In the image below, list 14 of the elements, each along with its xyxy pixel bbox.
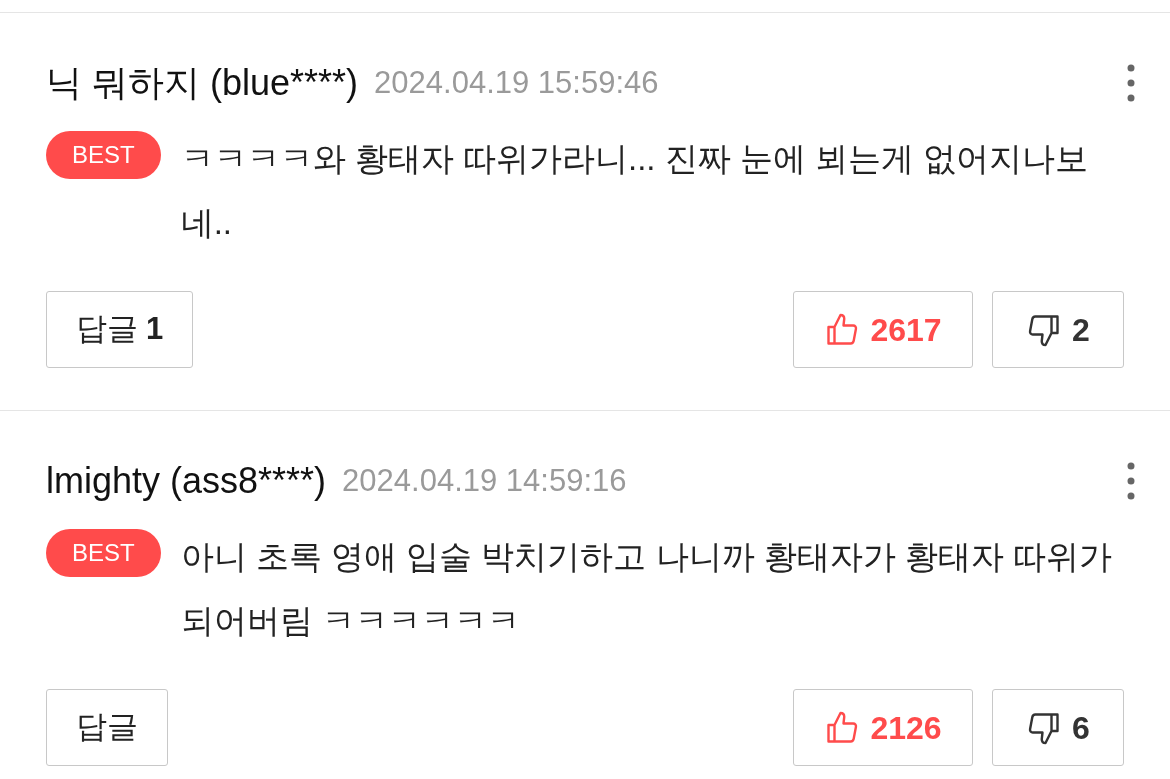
reply-button[interactable]: 답글 1 xyxy=(46,291,194,368)
comment-text: ㅋㅋㅋㅋ와 황태자 따위가라니... 진짜 눈에 뵈는게 없어지나보네.. xyxy=(180,139,1090,243)
dislike-button[interactable]: 2 xyxy=(992,291,1124,368)
best-badge: BEST xyxy=(46,131,161,179)
more-icon[interactable] xyxy=(1126,461,1136,501)
dislike-button[interactable]: 6 xyxy=(992,689,1124,766)
comment-date: 2024.04.19 14:59:16 xyxy=(342,462,627,500)
more-icon[interactable] xyxy=(1126,63,1136,103)
nickname: 닉 뭐하지 (blue****) xyxy=(46,61,359,105)
nickname: lmighty (ass8****) xyxy=(46,459,327,503)
comment-text: 아니 초록 영애 입술 박치기하고 나니까 황태자가 황태자 따위가 되어버림 ㅋㅋㅋㅋㅋㅋ xyxy=(180,537,1114,641)
best-badge: BEST xyxy=(46,529,161,577)
comment-date: 2024.04.19 15:59:46 xyxy=(374,64,659,102)
reply-button[interactable]: 답글 xyxy=(46,689,168,766)
